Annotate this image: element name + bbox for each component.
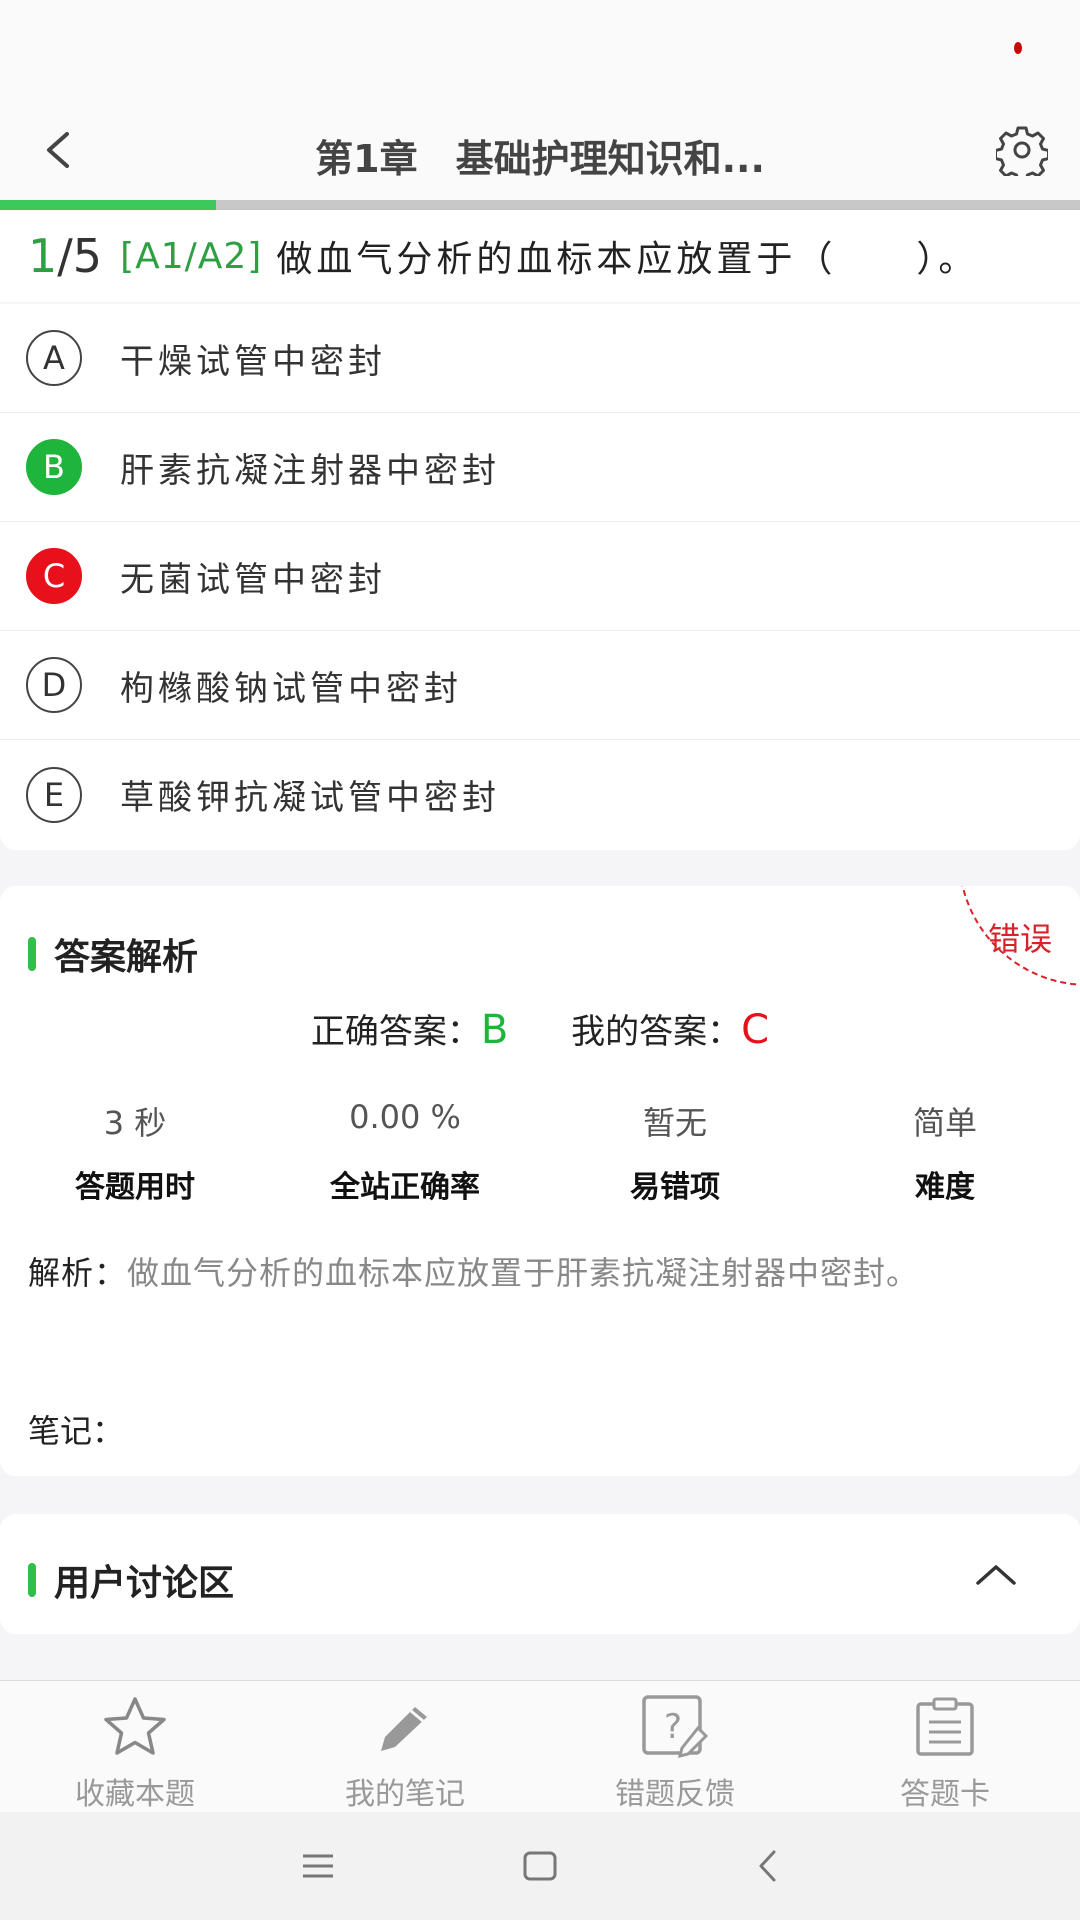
favorite-button[interactable]: 收藏本题 bbox=[0, 1681, 270, 1813]
chevron-left-icon bbox=[47, 132, 69, 168]
tab-label: 我的笔记 bbox=[345, 1777, 465, 1812]
question-total: 5 bbox=[72, 229, 103, 283]
top-app-bar: 第1章 基础护理知识和... bbox=[0, 100, 1080, 200]
settings-button[interactable] bbox=[992, 120, 1052, 180]
pencil-icon bbox=[365, 1695, 445, 1759]
section-title: 答案解析 bbox=[28, 928, 198, 980]
system-navigation-bar bbox=[0, 1812, 1080, 1920]
title-accent-bar bbox=[28, 937, 36, 971]
stat-value: 3 秒 bbox=[103, 1104, 167, 1142]
clipboard-icon bbox=[905, 1695, 985, 1759]
explanation-label: 解析： bbox=[28, 1254, 128, 1292]
option-letter: A bbox=[26, 330, 82, 386]
tab-label: 收藏本题 bbox=[75, 1777, 195, 1812]
stat-label: 难度 bbox=[915, 1170, 975, 1205]
star-icon bbox=[95, 1695, 175, 1759]
correct-answer: 正确答案：B bbox=[311, 1004, 508, 1053]
stats-row: 3 秒 答题用时 0.00 % 全站正确率 暂无 易错项 简单 难度 bbox=[0, 1098, 1080, 1206]
question-stem: 1/5 [A1/A2] 做血气分析的血标本应放置于（ ）。 bbox=[0, 210, 1080, 302]
option-text: 肝素抗凝注射器中密封 bbox=[120, 450, 500, 491]
option-letter: C bbox=[26, 548, 82, 604]
status-bar bbox=[0, 0, 1080, 100]
title-accent-bar bbox=[28, 1563, 36, 1597]
stat-time: 3 秒 答题用时 bbox=[0, 1098, 270, 1206]
option-d[interactable]: D 枸橼酸钠试管中密封 bbox=[0, 631, 1080, 740]
correct-answer-value: B bbox=[480, 1007, 509, 1053]
stat-value: 暂无 bbox=[642, 1104, 707, 1142]
option-letter: B bbox=[26, 439, 82, 495]
back-button[interactable] bbox=[30, 122, 86, 178]
system-back-button[interactable] bbox=[738, 1842, 798, 1890]
discussion-section: 用户讨论区 bbox=[0, 1514, 1080, 1634]
option-c[interactable]: C 无菌试管中密封 bbox=[0, 522, 1080, 631]
gear-icon bbox=[996, 126, 1048, 176]
option-letter: D bbox=[26, 657, 82, 713]
discussion-title: 用户讨论区 bbox=[54, 1563, 235, 1604]
tab-label: 答题卡 bbox=[900, 1777, 990, 1812]
feedback-icon: ? bbox=[635, 1695, 715, 1759]
chevron-left-icon bbox=[759, 1850, 776, 1882]
option-text: 干燥试管中密封 bbox=[120, 341, 386, 382]
question-counter: 1/5 bbox=[28, 229, 102, 283]
stat-label: 答题用时 bbox=[75, 1170, 195, 1205]
my-notes-button[interactable]: 我的笔记 bbox=[270, 1681, 540, 1813]
note-label: 笔记： bbox=[28, 1412, 125, 1450]
bottom-toolbar: 收藏本题 我的笔记 ? 错题反馈 答题卡 bbox=[0, 1680, 1080, 1812]
menu-icon bbox=[303, 1854, 333, 1878]
recent-apps-button[interactable] bbox=[288, 1842, 348, 1890]
my-answer: 我的答案：C bbox=[571, 1004, 769, 1053]
tab-label: 错题反馈 bbox=[615, 1777, 735, 1812]
home-button[interactable] bbox=[510, 1842, 570, 1890]
error-feedback-button[interactable]: ? 错题反馈 bbox=[540, 1681, 810, 1813]
options-list: A 干燥试管中密封 B 肝素抗凝注射器中密封 C 无菌试管中密封 D 枸橼酸钠试… bbox=[0, 304, 1080, 850]
option-letter: E bbox=[26, 766, 82, 823]
home-square-icon bbox=[523, 1851, 557, 1881]
question-type: [A1/A2] bbox=[120, 235, 263, 277]
stat-label: 易错项 bbox=[630, 1170, 720, 1205]
chevron-up-icon bbox=[976, 1565, 1016, 1585]
analysis-title: 答案解析 bbox=[54, 937, 199, 978]
my-answer-label: 我的答案： bbox=[571, 1012, 742, 1052]
page-title: 第1章 基础护理知识和... bbox=[315, 137, 765, 181]
stat-common-mistake: 暂无 易错项 bbox=[540, 1098, 810, 1206]
option-text: 枸橼酸钠试管中密封 bbox=[120, 668, 462, 709]
wrong-stamp-text: 错误 bbox=[988, 920, 1053, 958]
question-number: 1 bbox=[28, 229, 58, 283]
stat-difficulty: 简单 难度 bbox=[810, 1098, 1080, 1206]
option-a[interactable]: A 干燥试管中密封 bbox=[0, 304, 1080, 413]
correct-answer-label: 正确答案： bbox=[310, 1012, 481, 1052]
option-b[interactable]: B 肝素抗凝注射器中密封 bbox=[0, 413, 1080, 522]
answer-summary: 正确答案：B 我的答案：C bbox=[0, 1004, 1080, 1053]
progress-bar bbox=[0, 200, 1080, 210]
option-text: 草酸钾抗凝试管中密封 bbox=[120, 778, 500, 818]
stat-value: 0.00 % bbox=[349, 1098, 461, 1136]
answer-card-button[interactable]: 答题卡 bbox=[810, 1681, 1080, 1813]
progress-fill bbox=[0, 200, 216, 210]
stat-accuracy: 0.00 % 全站正确率 bbox=[270, 1098, 540, 1206]
stat-value: 简单 bbox=[912, 1104, 977, 1142]
option-text: 无菌试管中密封 bbox=[120, 559, 386, 600]
stat-label: 全站正确率 bbox=[330, 1170, 480, 1205]
collapse-button[interactable] bbox=[968, 1550, 1024, 1598]
explanation: 解析：做血气分析的血标本应放置于肝素抗凝注射器中密封。 bbox=[28, 1246, 988, 1300]
explanation-text: 做血气分析的血标本应放置于肝素抗凝注射器中密封。 bbox=[127, 1254, 920, 1292]
svg-text:?: ? bbox=[664, 1707, 682, 1747]
question-counter-separator: / bbox=[57, 229, 73, 283]
question-text: 做血气分析的血标本应放置于（ ）。 bbox=[276, 239, 979, 280]
status-indicator-dot bbox=[1014, 42, 1022, 54]
my-answer-value: C bbox=[741, 1007, 770, 1053]
option-e[interactable]: E 草酸钾抗凝试管中密封 bbox=[0, 740, 1080, 849]
section-title: 用户讨论区 bbox=[28, 1554, 234, 1606]
answer-analysis-card: 答案解析 错误 正确答案：B 我的答案：C 3 秒 答题用时 0.00 % 全站… bbox=[0, 886, 1080, 1476]
